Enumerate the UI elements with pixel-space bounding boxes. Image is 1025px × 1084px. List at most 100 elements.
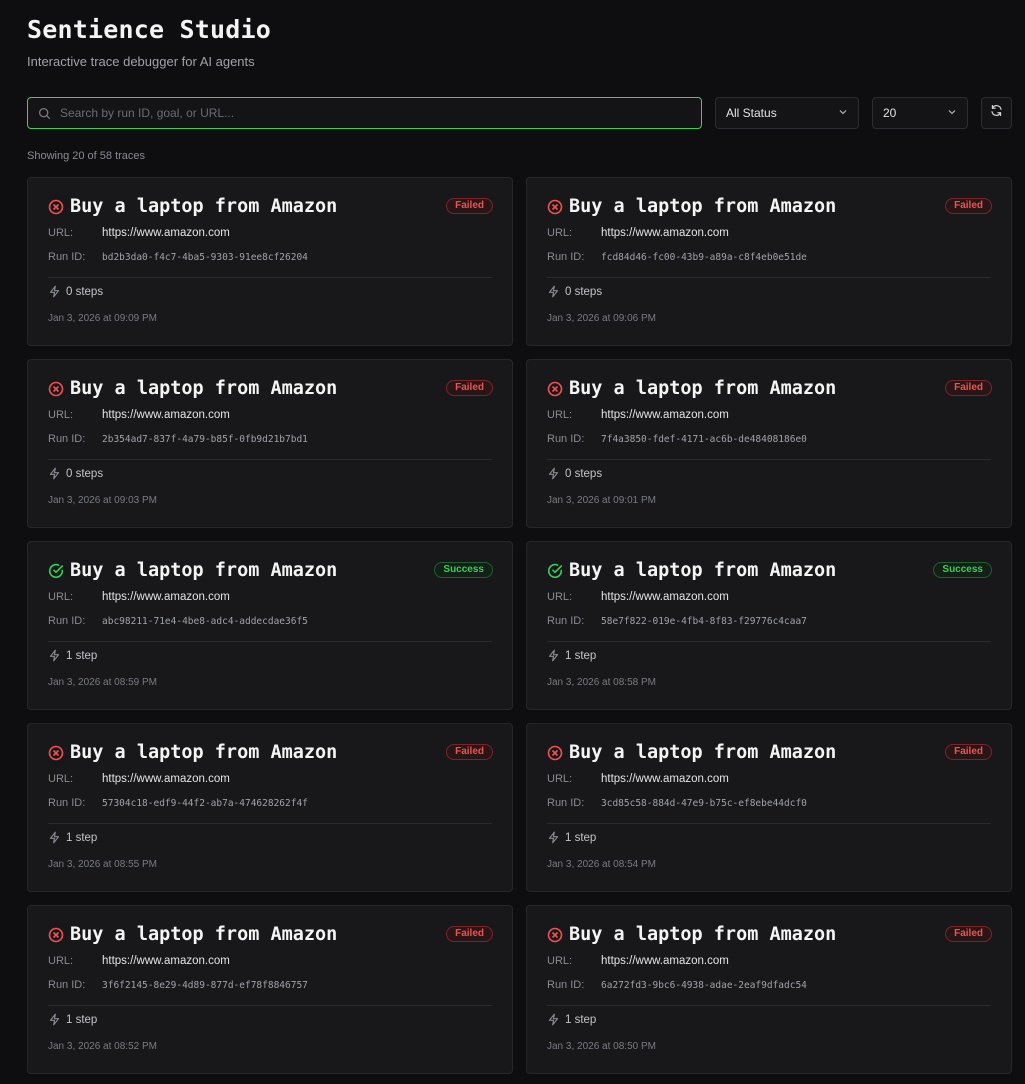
trace-url-row: URL: https://www.amazon.com xyxy=(48,955,230,967)
status-badge: Success xyxy=(933,562,992,578)
trace-date: Jan 3, 2026 at 08:55 PM xyxy=(48,859,157,870)
bolt-icon xyxy=(48,831,61,844)
trace-card[interactable]: Buy a laptop from Amazon Failed URL: htt… xyxy=(27,723,513,892)
status-filter-select[interactable]: All Status xyxy=(715,97,859,129)
trace-card[interactable]: Buy a laptop from Amazon Failed URL: htt… xyxy=(526,723,1012,892)
trace-url-row: URL: https://www.amazon.com xyxy=(48,591,230,603)
url-label: URL: xyxy=(547,227,573,239)
divider xyxy=(48,1005,492,1006)
trace-card[interactable]: Buy a laptop from Amazon Failed URL: htt… xyxy=(526,177,1012,346)
trace-steps-count: 1 step xyxy=(66,649,98,662)
url-label: URL: xyxy=(48,955,74,967)
search-input[interactable] xyxy=(60,98,701,128)
trace-url-row: URL: https://www.amazon.com xyxy=(547,227,729,239)
divider xyxy=(547,1005,991,1006)
bolt-icon xyxy=(48,1013,61,1026)
trace-run-id-row: Run ID: 3f6f2145-8e29-4d89-877d-ef78f884… xyxy=(48,979,308,991)
bolt-icon xyxy=(48,467,61,480)
trace-card[interactable]: Buy a laptop from Amazon Success URL: ht… xyxy=(27,541,513,710)
divider xyxy=(48,277,492,278)
trace-card[interactable]: Buy a laptop from Amazon Failed URL: htt… xyxy=(27,359,513,528)
trace-url: https://www.amazon.com xyxy=(601,773,729,785)
bolt-icon xyxy=(547,467,560,480)
status-badge: Failed xyxy=(446,198,493,214)
url-label: URL: xyxy=(547,955,573,967)
trace-list-page: Sentience Studio Interactive trace debug… xyxy=(0,0,1025,1084)
run-id-label: Run ID: xyxy=(547,251,585,263)
trace-url: https://www.amazon.com xyxy=(601,409,729,421)
trace-steps: 1 step xyxy=(547,649,596,662)
trace-run-id: 3f6f2145-8e29-4d89-877d-ef78f8846757 xyxy=(102,979,308,991)
run-id-label: Run ID: xyxy=(547,797,585,809)
url-label: URL: xyxy=(547,409,573,421)
refresh-icon xyxy=(990,104,1003,122)
refresh-button[interactable] xyxy=(981,97,1012,129)
trace-card[interactable]: Buy a laptop from Amazon Failed URL: htt… xyxy=(27,177,513,346)
bolt-icon xyxy=(547,1013,560,1026)
trace-card[interactable]: Buy a laptop from Amazon Failed URL: htt… xyxy=(526,359,1012,528)
trace-steps-count: 1 step xyxy=(66,1013,98,1026)
trace-goal: Buy a laptop from Amazon xyxy=(569,742,837,763)
trace-run-id-row: Run ID: fcd84d46-fc00-43b9-a89a-c8f4eb0e… xyxy=(547,251,807,263)
trace-card[interactable]: Buy a laptop from Amazon Success URL: ht… xyxy=(526,541,1012,710)
trace-run-id-row: Run ID: 7f4a3850-fdef-4171-ac6b-de484081… xyxy=(547,433,807,445)
failed-x-icon xyxy=(547,199,563,215)
trace-url-row: URL: https://www.amazon.com xyxy=(547,773,729,785)
trace-goal: Buy a laptop from Amazon xyxy=(569,196,837,217)
trace-url: https://www.amazon.com xyxy=(601,955,729,967)
trace-date: Jan 3, 2026 at 09:03 PM xyxy=(48,495,157,506)
trace-steps-count: 1 step xyxy=(565,1013,597,1026)
results-summary: Showing 20 of 58 traces xyxy=(27,150,146,162)
url-label: URL: xyxy=(547,591,573,603)
page-size-select[interactable]: 20 xyxy=(872,97,968,129)
run-id-label: Run ID: xyxy=(48,797,86,809)
bolt-icon xyxy=(547,649,560,662)
trace-date: Jan 3, 2026 at 08:58 PM xyxy=(547,677,656,688)
trace-run-id: 6a272fd3-9bc6-4938-adae-2eaf9dfadc54 xyxy=(601,979,807,991)
url-label: URL: xyxy=(48,227,74,239)
trace-card-header: Buy a laptop from Amazon xyxy=(48,742,337,763)
trace-run-id-row: Run ID: 57304c18-edf9-44f2-ab7a-47462826… xyxy=(48,797,308,809)
trace-run-id: bd2b3da0-f4c7-4ba5-9303-91ee8cf26204 xyxy=(102,251,308,263)
toolbar: All Status 20 xyxy=(27,97,1012,129)
trace-goal: Buy a laptop from Amazon xyxy=(70,378,338,399)
run-id-label: Run ID: xyxy=(547,433,585,445)
run-id-label: Run ID: xyxy=(547,615,585,627)
trace-steps-count: 0 steps xyxy=(565,467,603,480)
failed-x-icon xyxy=(547,381,563,397)
trace-run-id-row: Run ID: 2b354ad7-837f-4a79-b85f-0fb9d21b… xyxy=(48,433,308,445)
url-label: URL: xyxy=(48,591,74,603)
trace-run-id-row: Run ID: 58e7f822-019e-4fb4-8f83-f29776c4… xyxy=(547,615,807,627)
trace-steps-count: 1 step xyxy=(565,649,597,662)
trace-date: Jan 3, 2026 at 09:09 PM xyxy=(48,313,157,324)
success-check-icon xyxy=(547,563,563,579)
failed-x-icon xyxy=(48,381,64,397)
trace-url: https://www.amazon.com xyxy=(601,227,729,239)
trace-url: https://www.amazon.com xyxy=(102,591,230,603)
trace-steps: 1 step xyxy=(547,1013,596,1026)
run-id-label: Run ID: xyxy=(48,979,86,991)
search-icon xyxy=(28,98,60,128)
page-subtitle: Interactive trace debugger for AI agents xyxy=(27,54,255,69)
status-badge: Success xyxy=(434,562,493,578)
failed-x-icon xyxy=(48,745,64,761)
trace-url-row: URL: https://www.amazon.com xyxy=(48,409,230,421)
trace-steps: 0 steps xyxy=(48,285,103,298)
failed-x-icon xyxy=(48,927,64,943)
trace-goal: Buy a laptop from Amazon xyxy=(569,924,837,945)
trace-steps: 0 steps xyxy=(547,467,602,480)
status-badge: Failed xyxy=(945,926,992,942)
trace-card-header: Buy a laptop from Amazon xyxy=(48,560,337,581)
trace-card[interactable]: Buy a laptop from Amazon Failed URL: htt… xyxy=(526,905,1012,1074)
trace-run-id: 3cd85c58-884d-47e9-b75c-ef8ebe44dcf0 xyxy=(601,797,807,809)
trace-card[interactable]: Buy a laptop from Amazon Failed URL: htt… xyxy=(27,905,513,1074)
trace-steps-count: 1 step xyxy=(565,831,597,844)
success-check-icon xyxy=(48,563,64,579)
chevron-down-icon xyxy=(838,106,848,120)
trace-card-header: Buy a laptop from Amazon xyxy=(547,924,836,945)
trace-url: https://www.amazon.com xyxy=(102,773,230,785)
trace-date: Jan 3, 2026 at 08:59 PM xyxy=(48,677,157,688)
trace-goal: Buy a laptop from Amazon xyxy=(70,742,338,763)
failed-x-icon xyxy=(547,927,563,943)
trace-card-header: Buy a laptop from Amazon xyxy=(48,378,337,399)
